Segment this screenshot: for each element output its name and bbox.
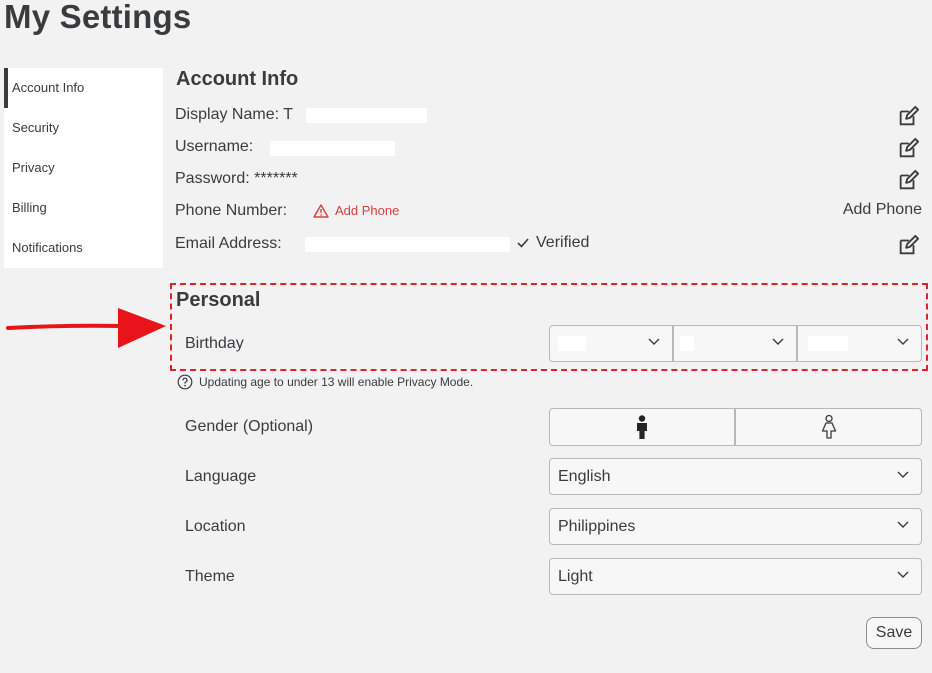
language-label: Language	[185, 468, 257, 485]
female-icon	[821, 415, 836, 439]
display-name-row: Display Name: T	[175, 106, 293, 124]
username-label: Username:	[175, 138, 254, 155]
edit-password-icon[interactable]	[897, 170, 919, 192]
display-name-label: Display Name:	[175, 106, 280, 123]
sidebar-item-notifications[interactable]: Notifications	[4, 228, 163, 268]
birthday-label: Birthday	[185, 335, 244, 352]
save-button[interactable]: Save	[866, 617, 922, 649]
settings-page: My Settings Account Info Security Privac…	[0, 0, 932, 673]
check-icon	[517, 238, 529, 248]
help-icon[interactable]	[177, 374, 193, 390]
password-row: Password: *******	[175, 170, 298, 188]
password-label: Password:	[175, 170, 250, 187]
redacted-month	[558, 336, 586, 351]
redacted-email	[305, 237, 510, 252]
chevron-down-icon	[648, 338, 660, 345]
redacted-day	[680, 336, 694, 351]
sidebar-item-security[interactable]: Security	[4, 108, 163, 148]
phone-number-label: Phone Number:	[175, 202, 288, 219]
chevron-down-icon	[897, 571, 909, 578]
display-name-value: T	[283, 106, 293, 123]
redacted-username	[270, 141, 395, 156]
birthday-year-select[interactable]	[797, 325, 922, 362]
theme-value: Light	[558, 568, 593, 585]
sidebar-item-billing[interactable]: Billing	[4, 188, 163, 228]
personal-heading: Personal	[176, 289, 261, 311]
red-arrow-annotation	[6, 308, 166, 348]
account-info-heading: Account Info	[176, 68, 299, 90]
username-row: Username:	[175, 138, 253, 156]
email-address-label: Email Address:	[175, 235, 282, 252]
gender-female-button[interactable]	[735, 408, 922, 446]
male-icon	[637, 415, 647, 439]
location-label: Location	[185, 518, 246, 535]
redacted-year	[808, 336, 848, 351]
edit-display-name-icon[interactable]	[897, 106, 919, 128]
settings-sidebar: Account Info Security Privacy Billing No…	[4, 68, 163, 268]
chevron-down-icon	[772, 338, 784, 345]
location-value: Philippines	[558, 518, 636, 535]
password-value: *******	[254, 170, 298, 187]
sidebar-item-account-info[interactable]: Account Info	[4, 68, 163, 108]
location-select[interactable]: Philippines	[549, 508, 922, 545]
page-title: My Settings	[4, 0, 192, 35]
verified-label: Verified	[536, 234, 590, 251]
gender-label: Gender (Optional)	[185, 418, 314, 435]
add-phone-link-text: Add Phone	[335, 203, 400, 218]
birthday-hint-text: Updating age to under 13 will enable Pri…	[199, 375, 474, 389]
email-verified-status: Verified	[516, 234, 589, 252]
chevron-down-icon	[897, 338, 909, 345]
redacted-display-name	[306, 108, 427, 123]
birthday-hint: Updating age to under 13 will enable Pri…	[177, 374, 473, 390]
theme-select[interactable]: Light	[549, 558, 922, 595]
birthday-day-select[interactable]	[673, 325, 797, 362]
chevron-down-icon	[897, 521, 909, 528]
edit-email-icon[interactable]	[897, 235, 919, 257]
edit-username-icon[interactable]	[897, 138, 919, 160]
add-phone-button[interactable]: Add Phone	[843, 201, 922, 219]
language-value: English	[558, 468, 611, 485]
add-phone-link[interactable]: Add Phone	[313, 203, 399, 218]
sidebar-item-privacy[interactable]: Privacy	[4, 148, 163, 188]
theme-label: Theme	[185, 568, 235, 585]
warning-icon	[313, 203, 329, 218]
chevron-down-icon	[897, 471, 909, 478]
gender-male-button[interactable]	[549, 408, 735, 446]
birthday-month-select[interactable]	[549, 325, 673, 362]
language-select[interactable]: English	[549, 458, 922, 495]
